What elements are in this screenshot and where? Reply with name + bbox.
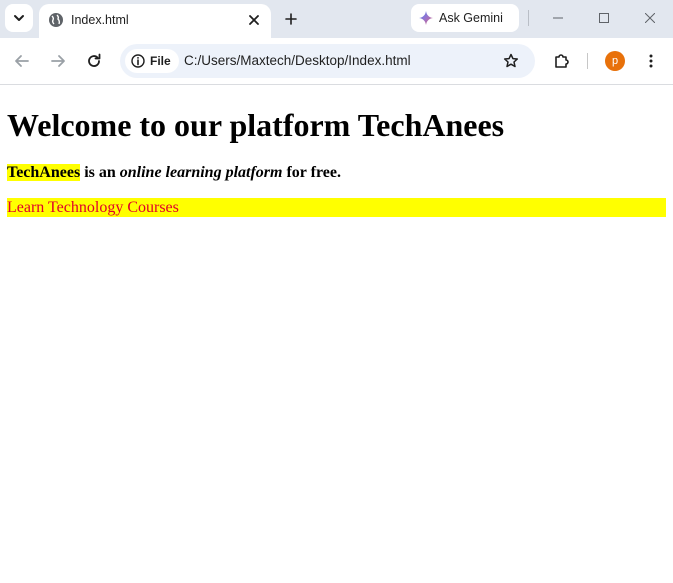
star-icon bbox=[503, 53, 519, 68]
puzzle-icon bbox=[555, 54, 569, 68]
arrow-left-icon bbox=[15, 55, 29, 67]
close-window-button[interactable] bbox=[627, 0, 673, 36]
globe-icon bbox=[49, 13, 63, 27]
more-vertical-icon bbox=[649, 54, 653, 68]
minimize-button[interactable] bbox=[535, 0, 581, 36]
intro-text-1: is an bbox=[80, 164, 120, 181]
maximize-button[interactable] bbox=[581, 0, 627, 36]
intro-text-2: for free. bbox=[282, 164, 341, 181]
profile-avatar[interactable]: p bbox=[605, 51, 625, 71]
ask-gemini-button[interactable]: Ask Gemini bbox=[411, 4, 519, 32]
arrow-right-icon bbox=[51, 55, 65, 67]
tab-index-html[interactable]: Index.html bbox=[39, 4, 271, 38]
extensions-button[interactable] bbox=[550, 49, 574, 73]
intro-paragraph: TechAnees is an online learning platform… bbox=[7, 163, 341, 183]
chevron-down-icon bbox=[14, 15, 24, 21]
toolbar-separator bbox=[587, 53, 588, 69]
reload-button[interactable] bbox=[82, 49, 106, 73]
intro-emphasis: online learning platform bbox=[119, 164, 283, 181]
site-info-chip[interactable]: File bbox=[125, 49, 179, 73]
page-heading: Welcome to our platform TechAnees bbox=[7, 107, 505, 143]
minimize-icon bbox=[553, 17, 563, 19]
forward-button[interactable] bbox=[46, 49, 70, 73]
tab-search-button[interactable] bbox=[5, 4, 33, 32]
plus-icon bbox=[285, 13, 297, 25]
close-icon bbox=[249, 15, 259, 25]
url-text[interactable]: C:/Users/Maxtech/Desktop/Index.html bbox=[184, 53, 411, 69]
menu-button[interactable] bbox=[639, 49, 663, 73]
ask-gemini-label: Ask Gemini bbox=[439, 11, 503, 25]
new-tab-button[interactable] bbox=[278, 6, 304, 32]
courses-banner: Learn Technology Courses bbox=[7, 198, 666, 217]
tab-close-button[interactable] bbox=[245, 11, 263, 29]
file-chip-label: File bbox=[150, 54, 171, 68]
tab-strip: Index.html Ask Gemini bbox=[0, 0, 673, 38]
close-icon bbox=[645, 13, 655, 23]
address-bar[interactable]: File C:/Users/Maxtech/Desktop/Index.html bbox=[120, 44, 535, 78]
reload-icon bbox=[88, 53, 101, 67]
browser-toolbar: File C:/Users/Maxtech/Desktop/Index.html… bbox=[0, 38, 673, 85]
info-icon bbox=[131, 54, 145, 68]
bookmark-button[interactable] bbox=[501, 51, 521, 71]
tab-title: Index.html bbox=[71, 13, 129, 27]
brand-highlight: TechAnees bbox=[7, 164, 81, 181]
tabstrip-separator bbox=[528, 10, 529, 26]
gemini-icon bbox=[419, 11, 433, 25]
back-button[interactable] bbox=[10, 49, 34, 73]
page-content: Welcome to our platform TechAnees TechAn… bbox=[0, 85, 673, 583]
maximize-icon bbox=[599, 13, 609, 23]
